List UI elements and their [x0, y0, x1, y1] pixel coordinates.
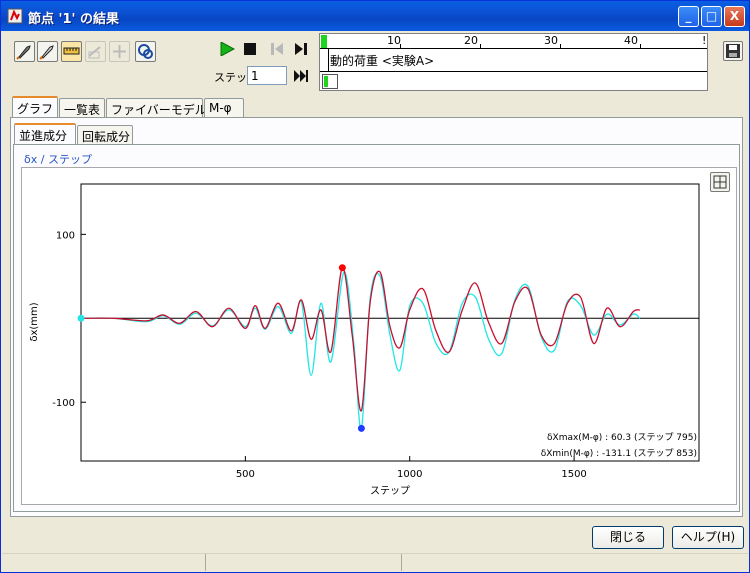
tab-rotation[interactable]: 回転成分	[77, 125, 133, 144]
window-title: 節点 '1' の結果	[28, 12, 120, 27]
settings-icon[interactable]	[135, 41, 156, 62]
x-axis-label: ステップ	[370, 485, 410, 497]
edit-icon	[85, 41, 106, 62]
timeline-tick	[400, 44, 401, 48]
title-bar[interactable]: 節点 '1' の結果 _ □ X	[1, 1, 749, 31]
help-button[interactable]: ヘルプ(H)	[672, 526, 744, 549]
tab-translation[interactable]: 並進成分	[14, 123, 76, 144]
rocket-icon[interactable]	[14, 41, 35, 62]
x-tick-label: 1000	[397, 469, 422, 480]
tab-m-phi[interactable]: M-φ	[204, 98, 244, 117]
app-icon	[7, 8, 23, 24]
max-annotation: δXmax(M-φ) : 60.3 (ステップ 795)	[547, 432, 697, 443]
step-input[interactable]	[247, 66, 287, 85]
y-tick-label: 100	[56, 230, 75, 241]
graph-caption: δx / ステップ	[24, 153, 92, 166]
rocket-outline-icon[interactable]	[37, 41, 58, 62]
x-tick-label: 1500	[561, 469, 586, 480]
timeline-tick	[640, 44, 641, 48]
start-marker	[77, 314, 85, 322]
min-annotation: δXmin(M-φ) : -131.1 (ステップ 853)	[541, 448, 697, 459]
load-case-bar	[320, 71, 707, 72]
step-back-icon	[271, 43, 283, 55]
close-window-button[interactable]: X	[724, 6, 745, 27]
x-tick-label: 500	[236, 469, 255, 480]
tab-fiber-model[interactable]: ファイバーモデル	[106, 98, 207, 117]
status-bar	[2, 553, 748, 572]
main-tabs: グラフ 一覧表 ファイバーモデル M-φ	[12, 96, 747, 118]
timeline-tick-label: 10	[387, 34, 401, 47]
minimize-button[interactable]: _	[678, 6, 699, 27]
timeline-panel: 10 20 30 40 ! 動的荷重 <実験A>	[319, 33, 708, 91]
extreme-marker	[338, 264, 346, 272]
sub-tabs: 並進成分 回転成分	[14, 123, 739, 145]
timeline-tick	[560, 44, 561, 48]
timeline-tick-label: 40	[624, 34, 638, 47]
timeline-cursor	[328, 49, 329, 72]
plus-icon	[109, 41, 130, 62]
maximize-button[interactable]: □	[701, 6, 722, 27]
results-window: 節点 '1' の結果 _ □ X ステップ 10 20 30 40 !	[0, 0, 750, 573]
save-icon[interactable]	[723, 41, 743, 61]
timeline-end-label: !	[702, 34, 707, 47]
ruler-icon[interactable]	[61, 41, 82, 62]
tab-list[interactable]: 一覧表	[59, 98, 105, 117]
step-forward-icon[interactable]	[293, 42, 309, 56]
skip-to-end-icon[interactable]	[293, 69, 309, 83]
timeline-ruler	[320, 48, 707, 49]
y-axis-label: δx(mm)	[29, 302, 40, 341]
play-icon[interactable]	[219, 42, 235, 56]
close-button[interactable]: 閉じる	[592, 526, 664, 549]
extreme-marker	[357, 424, 365, 432]
tab-graph[interactable]: グラフ	[12, 96, 58, 117]
chart-svg: 100 -100 500 1000 1500 δx(mm) ステップ δXmax(M-…	[29, 183, 700, 497]
stop-icon[interactable]	[243, 42, 259, 56]
timeline-tick-label: 20	[464, 34, 478, 47]
y-tick-label: -100	[52, 398, 75, 409]
timeline-start-marker	[321, 35, 327, 49]
timeline-slider[interactable]	[322, 74, 338, 89]
timeline-tick	[480, 44, 481, 48]
status-separator	[401, 554, 402, 571]
load-case-label: 動的荷重 <実験A>	[330, 54, 435, 68]
status-separator	[205, 554, 206, 571]
timeline-tick-label: 30	[544, 34, 558, 47]
